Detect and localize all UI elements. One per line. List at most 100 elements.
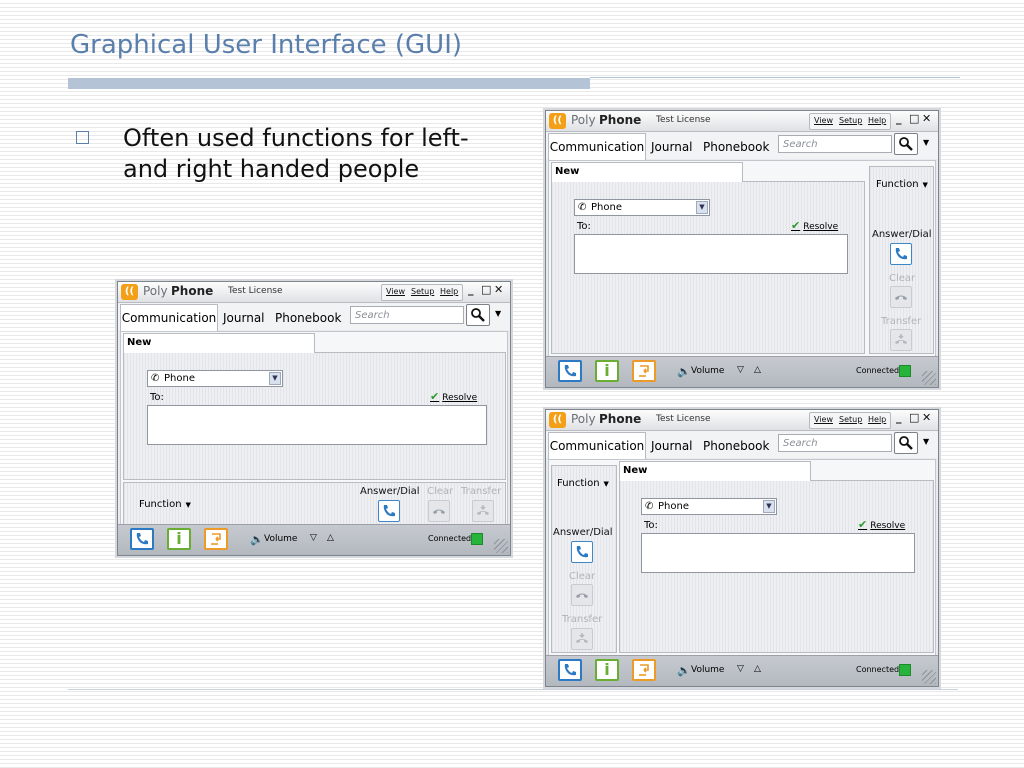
menu-bar: View Setup Help	[381, 284, 463, 301]
chevron-down-icon[interactable]: ▼	[269, 372, 281, 385]
volume-up-button[interactable]: △	[327, 533, 334, 543]
minimize-button[interactable]: _	[468, 283, 474, 296]
title-bar[interactable]: (( Poly Phone Test License View Setup He…	[118, 282, 510, 303]
tab-journal[interactable]: Journal	[651, 140, 693, 154]
search-button[interactable]	[466, 304, 490, 326]
function-menu[interactable]: Function ▼	[139, 499, 191, 510]
info-button[interactable]: i	[595, 360, 619, 382]
search-input[interactable]: Search	[350, 306, 464, 324]
resize-grip[interactable]	[494, 539, 508, 553]
tab-communication[interactable]: Communication	[548, 133, 646, 160]
to-field[interactable]	[574, 234, 848, 274]
maximize-button[interactable]: □	[481, 283, 491, 296]
brand-phone: Phone	[171, 284, 214, 298]
phone-icon	[383, 505, 395, 517]
clear-label: Clear	[889, 273, 916, 284]
brand-phone: Phone	[599, 113, 642, 127]
info-button[interactable]: i	[167, 528, 191, 550]
volume-down-button[interactable]: ▽	[310, 533, 317, 543]
chevron-down-icon: ▼	[922, 181, 928, 189]
volume-up-button[interactable]: △	[754, 664, 761, 674]
maximize-button[interactable]: □	[909, 112, 919, 125]
title-bar[interactable]: (( Poly Phone Test License View Setup He…	[546, 410, 938, 431]
search-options-caret[interactable]: ▼	[923, 138, 929, 147]
chevron-down-icon[interactable]: ▼	[696, 201, 708, 214]
phone-mode-button[interactable]	[130, 528, 154, 550]
resolve-link[interactable]: ✔ Resolve	[858, 518, 905, 531]
search-icon	[899, 436, 913, 450]
minimize-button[interactable]: _	[896, 411, 902, 424]
connection-status: Connected	[856, 366, 900, 375]
close-button[interactable]: ✕	[494, 283, 503, 296]
tab-journal[interactable]: Journal	[651, 439, 693, 453]
line-select[interactable]: ✆ Phone ▼	[641, 498, 777, 515]
answer-dial-button[interactable]	[890, 243, 912, 265]
menu-help[interactable]: Help	[440, 287, 458, 296]
tab-communication[interactable]: Communication	[120, 304, 218, 331]
tab-new[interactable]: New	[123, 333, 315, 353]
clear-button[interactable]	[571, 584, 593, 606]
tab-new[interactable]: New	[619, 461, 811, 481]
resolve-link[interactable]: ✔ Resolve	[791, 219, 838, 232]
function-menu[interactable]: Function ▼	[876, 179, 928, 190]
search-options-caret[interactable]: ▼	[923, 437, 929, 446]
to-field[interactable]	[147, 405, 487, 445]
search-button[interactable]	[894, 133, 918, 155]
menu-help[interactable]: Help	[868, 415, 886, 424]
transfer-label: Transfer	[881, 316, 922, 327]
transfer-mode-button[interactable]	[632, 360, 656, 382]
close-button[interactable]: ✕	[922, 411, 931, 424]
tab-new[interactable]: New	[551, 162, 743, 182]
tab-journal[interactable]: Journal	[223, 311, 265, 325]
line-select[interactable]: ✆ Phone ▼	[574, 199, 710, 216]
resolve-link[interactable]: ✔ Resolve	[430, 390, 477, 403]
transfer-mode-button[interactable]	[204, 528, 228, 550]
clear-button[interactable]	[890, 286, 912, 308]
volume-up-button[interactable]: △	[754, 365, 761, 375]
transfer-mode-button[interactable]	[632, 659, 656, 681]
search-button[interactable]	[894, 432, 918, 454]
menu-setup[interactable]: Setup	[839, 415, 862, 424]
maximize-button[interactable]: □	[909, 411, 919, 424]
menu-view[interactable]: View	[814, 415, 833, 424]
brand-phone: Phone	[599, 412, 642, 426]
menu-setup[interactable]: Setup	[839, 116, 862, 125]
transfer-icon	[639, 365, 649, 377]
tab-communication[interactable]: Communication	[548, 432, 646, 459]
transfer-button[interactable]	[571, 628, 593, 650]
phone-mode-button[interactable]	[558, 360, 582, 382]
phone-mode-button[interactable]	[558, 659, 582, 681]
tab-phonebook[interactable]: Phonebook	[275, 311, 341, 325]
menu-view[interactable]: View	[814, 116, 833, 125]
search-options-caret[interactable]: ▼	[495, 309, 501, 318]
tab-phonebook[interactable]: Phonebook	[703, 439, 769, 453]
answer-dial-label: Answer/Dial	[360, 486, 420, 497]
menu-view[interactable]: View	[386, 287, 405, 296]
minimize-button[interactable]: _	[896, 112, 902, 125]
volume-down-button[interactable]: ▽	[737, 664, 744, 674]
status-bar: i 🔈 Volume ▽ △ Connected	[546, 356, 938, 387]
line-select[interactable]: ✆ Phone ▼	[147, 370, 283, 387]
resolve-label: Resolve	[442, 393, 478, 403]
hangup-icon	[895, 295, 907, 300]
handset-icon: ✆	[151, 373, 160, 384]
tab-phonebook[interactable]: Phonebook	[703, 140, 769, 154]
function-menu[interactable]: Function ▼	[557, 478, 609, 489]
menu-help[interactable]: Help	[868, 116, 886, 125]
to-field[interactable]	[641, 533, 915, 573]
volume-down-button[interactable]: ▽	[737, 365, 744, 375]
transfer-button[interactable]	[472, 500, 494, 522]
info-button[interactable]: i	[595, 659, 619, 681]
resize-grip[interactable]	[922, 371, 936, 385]
chevron-down-icon[interactable]: ▼	[763, 500, 775, 513]
clear-button[interactable]	[428, 500, 450, 522]
resize-grip[interactable]	[922, 670, 936, 684]
title-bar[interactable]: (( Poly Phone Test License View Setup He…	[546, 111, 938, 132]
answer-dial-button[interactable]	[378, 500, 400, 522]
menu-setup[interactable]: Setup	[411, 287, 434, 296]
close-button[interactable]: ✕	[922, 112, 931, 125]
transfer-button[interactable]	[890, 329, 912, 351]
answer-dial-button[interactable]	[571, 541, 593, 563]
search-input[interactable]: Search	[778, 135, 892, 153]
search-input[interactable]: Search	[778, 434, 892, 452]
